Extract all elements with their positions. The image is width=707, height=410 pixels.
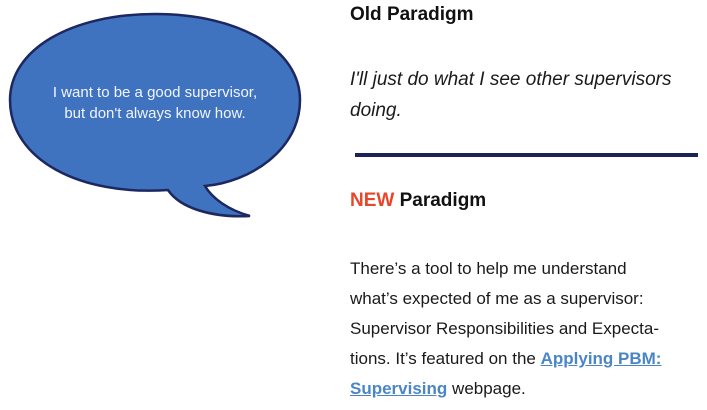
applying-pbm-link-part-1[interactable]: Applying PBM: <box>541 349 662 368</box>
body-line-1: There’s a tool to help me understand <box>350 259 627 278</box>
new-paradigm-title-rest: Paradigm <box>394 190 487 211</box>
speech-bubble: I want to be a good supervisor, but don'… <box>0 0 310 230</box>
new-paradigm-heading: NEW Paradigm <box>350 190 486 212</box>
old-paradigm-text: I'll just do what I see other supervisor… <box>350 64 705 126</box>
old-paradigm-line-1: I'll just do what I see other supervisor… <box>350 69 672 90</box>
body-line-3: Supervisor Responsibilities and Expecta- <box>350 319 659 338</box>
applying-pbm-link-part-2[interactable]: Supervising <box>350 379 447 398</box>
body-line-5-text: webpage. <box>447 379 526 398</box>
old-paradigm-line-2: doing. <box>350 100 402 121</box>
speech-bubble-line-2: but don't always know how. <box>64 105 246 122</box>
speech-bubble-line-1: I want to be a good supervisor, <box>52 84 258 101</box>
new-word-label: NEW <box>350 190 395 211</box>
body-line-2: what’s expected of me as a supervisor: <box>350 289 644 308</box>
body-line-4: tions. It’s featured on the Applying PBM… <box>350 344 706 374</box>
speech-bubble-text: I want to be a good supervisor, but don'… <box>10 82 300 124</box>
body-line-5: Supervising webpage. <box>350 374 706 404</box>
new-paradigm-body: There’s a tool to help me understand wha… <box>350 254 706 404</box>
old-paradigm-heading: Old Paradigm <box>350 4 474 25</box>
body-line-4-text: tions. It’s featured on the <box>350 349 541 368</box>
section-divider <box>355 153 698 157</box>
